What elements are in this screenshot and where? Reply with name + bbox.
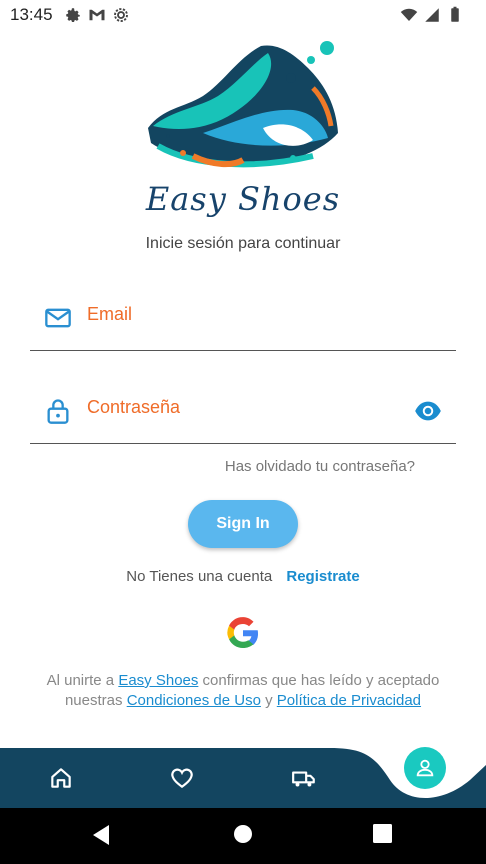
home-nav-icon[interactable] <box>233 824 253 844</box>
system-nav-bar <box>0 808 486 864</box>
eye-icon[interactable] <box>414 397 442 425</box>
login-subtitle: Inicie sesión para continuar <box>145 235 341 252</box>
password-field[interactable]: Contraseña <box>30 383 456 444</box>
signup-row: No Tienes una cuenta Registrate <box>0 568 486 585</box>
sign-in-button[interactable]: Sign In <box>188 500 298 548</box>
legal-text-1: Al unirte a <box>46 672 115 689</box>
mail-icon <box>45 308 71 328</box>
home-icon[interactable] <box>48 765 74 791</box>
legal-and: y <box>265 692 273 709</box>
system-status-icons <box>400 6 464 24</box>
status-bar: 13:45 <box>0 0 486 30</box>
legal-notice: Al unirte a Easy Shoes confirmas que has… <box>20 671 466 711</box>
email-field[interactable]: Email <box>30 290 456 351</box>
signal-icon <box>425 8 439 22</box>
settings-alt-icon <box>114 8 128 22</box>
brand-link[interactable]: Easy Shoes <box>118 672 198 689</box>
status-time: 13:45 <box>10 5 53 24</box>
notification-icons <box>64 6 130 24</box>
profile-fab[interactable] <box>404 747 446 789</box>
person-icon <box>416 759 434 777</box>
email-placeholder: Email <box>87 304 133 324</box>
shoe-logo <box>148 41 338 168</box>
back-icon[interactable] <box>91 824 111 846</box>
battery-icon <box>451 6 459 22</box>
heart-icon[interactable] <box>169 765 195 791</box>
no-account-text: No Tienes una cuenta <box>126 568 273 585</box>
register-link[interactable]: Registrate <box>286 568 359 585</box>
gmail-icon <box>89 9 105 21</box>
lock-icon <box>47 399 69 424</box>
brand-name: Easy Shoes <box>145 180 341 218</box>
terms-link[interactable]: Condiciones de Uso <box>127 692 261 709</box>
google-icon[interactable] <box>225 615 261 651</box>
truck-icon[interactable] <box>291 765 317 791</box>
settings-icon <box>66 8 80 23</box>
wifi-icon <box>400 8 418 21</box>
forgot-password-link[interactable]: Has olvidado tu contraseña? <box>225 458 415 475</box>
recents-icon[interactable] <box>373 824 392 843</box>
password-placeholder: Contraseña <box>87 397 181 417</box>
privacy-link[interactable]: Política de Privacidad <box>277 692 421 709</box>
